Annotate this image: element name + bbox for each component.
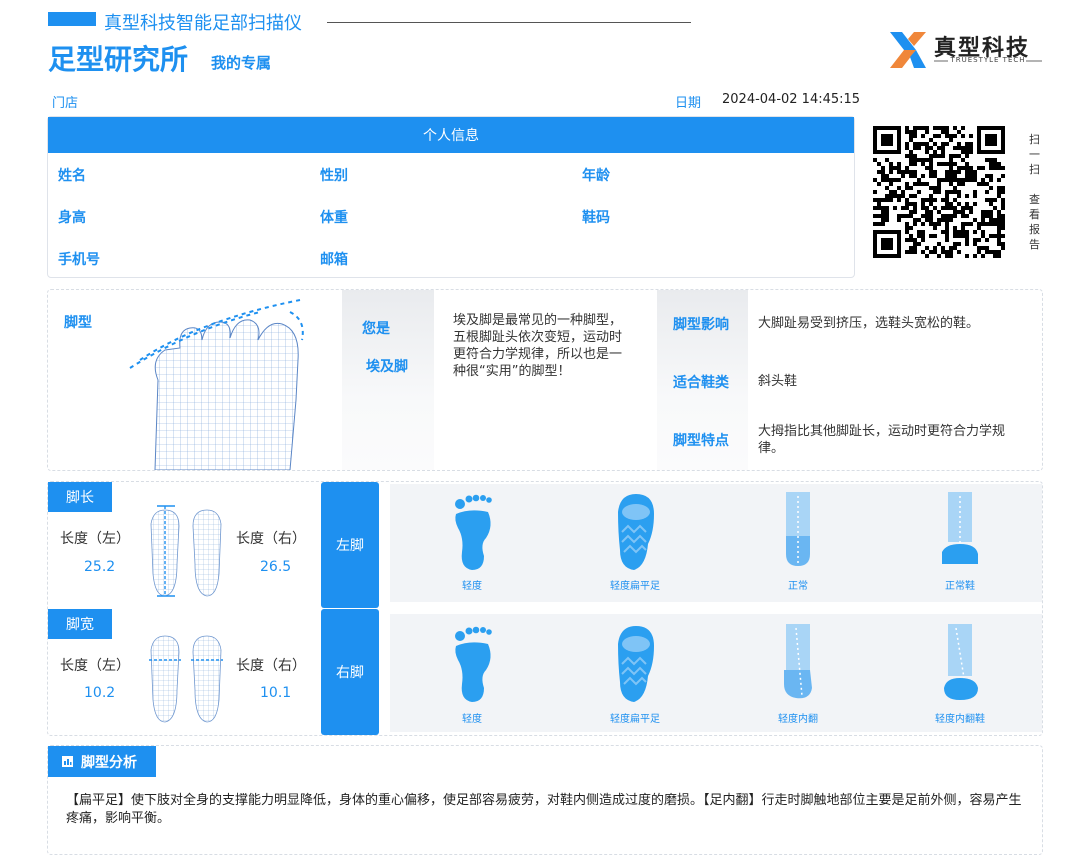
page-title-sub: 我的专属 (211, 54, 272, 72)
date-label: 日期 (675, 96, 702, 111)
personal-info-panel: 个人信息 姓名 性别 年龄 身高 体重 鞋码 手机号 邮箱 (47, 116, 855, 278)
store-label: 门店 (52, 96, 79, 111)
foot-type-label: 脚型 (64, 315, 92, 331)
foot-width-diagram-icon (149, 635, 223, 723)
date-value: 2024-04-02 14:45:15 (722, 92, 861, 107)
email-label: 邮箱 (320, 252, 348, 268)
you-are-label: 您是 (362, 321, 390, 337)
foot-length-diagram-icon (150, 505, 222, 597)
width-left-label: 长度（左） (60, 658, 130, 674)
shoe-normal-icon (942, 492, 978, 564)
leg-normal-icon (786, 492, 810, 566)
feature-label: 脚型特点 (673, 433, 729, 449)
left-foot-caption-1: 轻度 (462, 581, 482, 592)
analysis-heading: 脚型分析 (48, 746, 156, 777)
scan-text-1: 扫一扫 (1029, 133, 1040, 176)
name-label: 姓名 (58, 168, 86, 184)
right-foot-caption-3: 轻度内翻 (778, 714, 818, 725)
length-right-label: 长度（右） (236, 531, 306, 547)
qr-code-icon[interactable] (873, 126, 1005, 258)
foot-type-name: 埃及脚 (366, 359, 408, 375)
analysis-heading-text: 脚型分析 (81, 754, 137, 771)
left-foot-caption-4: 正常鞋 (945, 581, 975, 592)
flatfoot-icon (618, 626, 654, 702)
feature-text: 大拇指比其他脚趾长，运动时更符合力学规律。 (758, 424, 1006, 456)
personal-info-heading: 个人信息 (48, 117, 854, 153)
right-foot-caption-1: 轻度 (462, 714, 482, 725)
width-right-label: 长度（右） (236, 658, 306, 674)
right-foot-tab[interactable]: 右脚 (321, 609, 379, 735)
length-left-label: 长度（左） (60, 531, 130, 547)
header-accent-bar (48, 12, 96, 26)
length-left-value: 25.2 (84, 559, 116, 575)
right-foot-caption-2: 轻度扁平足 (610, 714, 660, 725)
logo-en: TRUESTYLE TECH (950, 56, 1026, 64)
footprint-icon (455, 494, 492, 570)
right-foot-caption-4: 轻度内翻鞋 (935, 714, 985, 725)
page-title: 足型研究所 (48, 43, 189, 76)
height-label: 身高 (58, 210, 86, 226)
shoe-varus-icon (944, 624, 978, 700)
width-right-value: 10.1 (260, 685, 292, 701)
suitable-shoes-text: 斜头鞋 (758, 374, 798, 389)
width-left-value: 10.2 (84, 685, 116, 701)
phone-label: 手机号 (58, 252, 100, 268)
leg-varus-icon (784, 624, 812, 699)
footprint-icon (455, 626, 492, 702)
foot-type-description: 埃及脚是最常见的一种脚型，五根脚趾头依次变短，运动时更符合力学规律，所以也是一种… (453, 313, 623, 379)
foot-length-tag: 脚长 (48, 482, 112, 512)
analysis-text: 【扁平足】使下肢对全身的支撑能力明显降低，身体的重心偏移，使足部容易疲劳，对鞋内… (66, 793, 1022, 826)
weight-label: 体重 (320, 210, 348, 226)
foot-width-tag: 脚宽 (48, 609, 112, 639)
chart-icon (62, 756, 73, 767)
scan-text-2: 查看报告 (1029, 193, 1040, 251)
influence-label: 脚型影响 (673, 317, 729, 333)
suitable-shoes-label: 适合鞋类 (673, 375, 729, 391)
length-right-value: 26.5 (260, 559, 292, 575)
you-are-cell (342, 290, 434, 470)
gender-label: 性别 (320, 168, 348, 184)
header-subtitle: 真型科技智能足部扫描仪 (104, 13, 302, 34)
age-label: 年龄 (582, 168, 610, 184)
influence-text: 大脚趾易受到挤压，选鞋头宽松的鞋。 (758, 316, 980, 331)
left-foot-caption-3: 正常 (788, 581, 808, 592)
shoe-size-label: 鞋码 (582, 210, 610, 226)
left-foot-caption-2: 轻度扁平足 (610, 581, 660, 592)
left-foot-tab[interactable]: 左脚 (321, 482, 379, 608)
foot-mesh-icon (129, 299, 304, 470)
flatfoot-icon (618, 494, 654, 570)
header-divider (327, 22, 691, 23)
